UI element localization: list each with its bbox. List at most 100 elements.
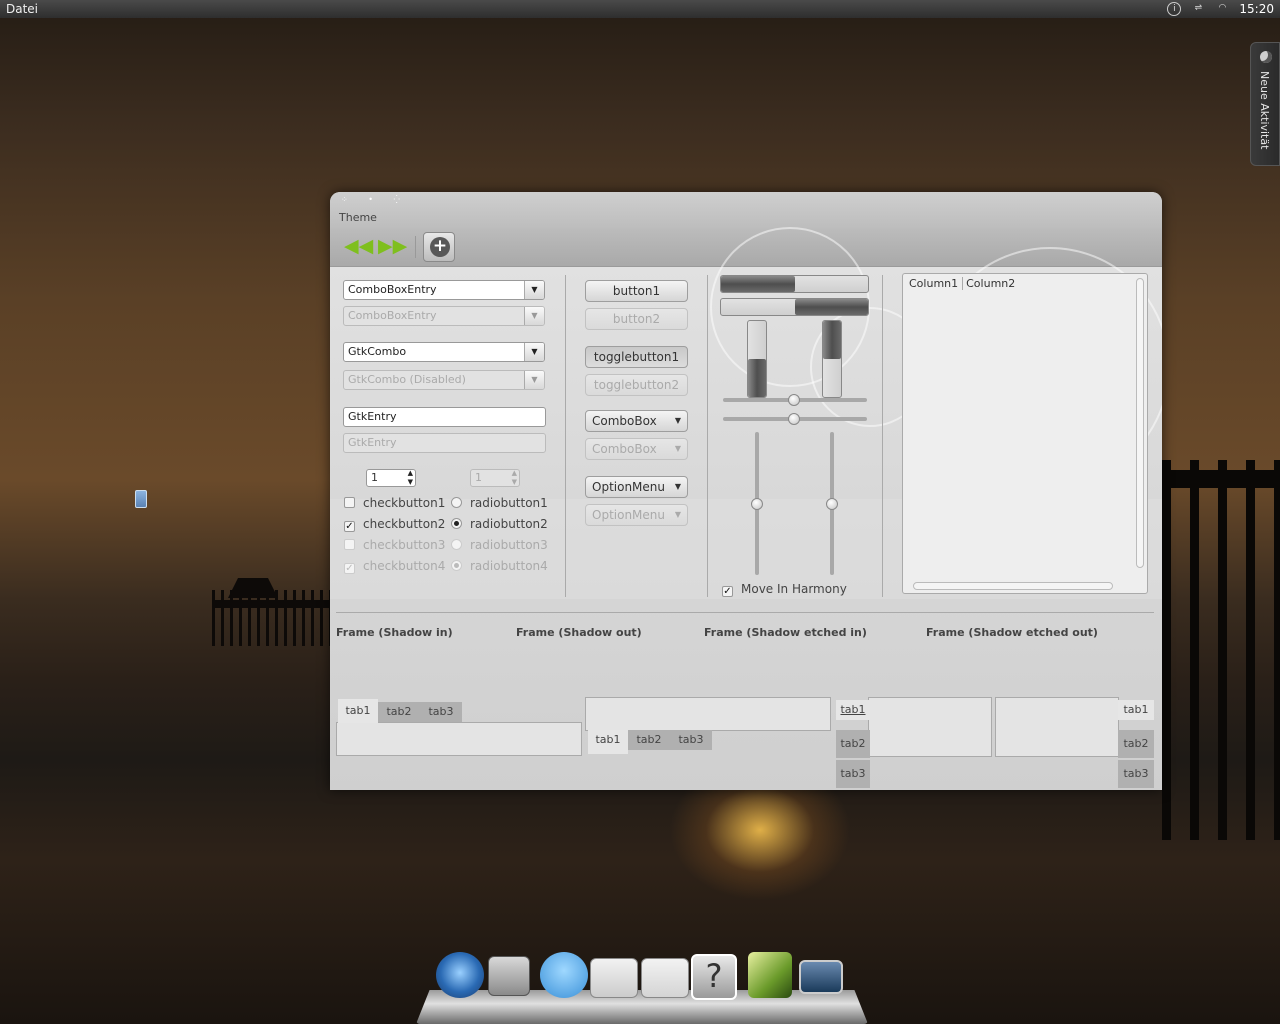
back-icon[interactable]: ◀◀ bbox=[344, 234, 373, 260]
combobox-disabled-label: ComboBox bbox=[592, 442, 657, 456]
progress-fill bbox=[748, 359, 766, 397]
button2: button2 bbox=[585, 308, 688, 330]
combobox[interactable]: ComboBox ▼ bbox=[585, 410, 688, 432]
gtkcombo-disabled: GtkCombo (Disabled) ▼ bbox=[343, 370, 545, 390]
progressbar-vertical-1 bbox=[747, 320, 767, 398]
comboboxentry-value: ComboBoxEntry bbox=[348, 283, 437, 296]
help-document-icon[interactable] bbox=[641, 958, 689, 998]
chevron-down-icon[interactable]: ▼ bbox=[524, 281, 544, 299]
hscale-knob-2[interactable] bbox=[788, 413, 800, 425]
optionmenu-disabled: OptionMenu ▼ bbox=[585, 504, 688, 526]
tab3-right[interactable]: tab3 bbox=[1118, 760, 1154, 788]
spinbutton-value: 1 bbox=[371, 471, 378, 484]
checkbutton4: ✓ checkbutton4 bbox=[344, 559, 445, 574]
optionmenu[interactable]: OptionMenu ▼ bbox=[585, 476, 688, 498]
clock[interactable]: 15:20 bbox=[1239, 2, 1274, 16]
radiobutton2[interactable]: radiobutton2 bbox=[451, 517, 548, 531]
background-pier-right-deck bbox=[1162, 470, 1280, 488]
togglebutton1[interactable]: togglebutton1 bbox=[585, 346, 688, 368]
gtkcombo[interactable]: GtkCombo ▼ bbox=[343, 342, 545, 362]
window-titlebar[interactable]: ⁘ • ⁛ Theme bbox=[330, 192, 1162, 228]
button1[interactable]: button1 bbox=[585, 280, 688, 302]
checkbutton2[interactable]: ✓ checkbutton2 bbox=[344, 517, 445, 532]
usb-icon[interactable]: ⇌ bbox=[1191, 2, 1205, 16]
wifi-icon[interactable]: ◠ bbox=[1215, 2, 1229, 16]
checkbox-checked[interactable]: ✓ bbox=[344, 521, 355, 532]
combobox-disabled: ComboBox ▼ bbox=[585, 438, 688, 460]
radiobutton1[interactable]: radiobutton1 bbox=[451, 496, 548, 510]
progress-fill bbox=[823, 321, 841, 359]
vscale-knob-1[interactable] bbox=[751, 498, 763, 510]
tab1-bottom[interactable]: tab1 bbox=[588, 730, 628, 754]
desktop-icon[interactable] bbox=[799, 960, 843, 994]
gtkentry-disabled-value: GtkEntry bbox=[348, 436, 397, 449]
dock: ? bbox=[416, 948, 868, 1024]
forward-icon[interactable]: ▶▶ bbox=[378, 234, 407, 260]
notebook-top-tabs bbox=[336, 722, 582, 756]
spinbutton[interactable]: 1 ▲ ▼ bbox=[366, 469, 416, 487]
gtkcombo-disabled-value: GtkCombo (Disabled) bbox=[348, 373, 466, 386]
toolbar-separator bbox=[415, 236, 416, 258]
tab3-left[interactable]: tab3 bbox=[836, 760, 870, 788]
image-viewer-icon[interactable] bbox=[748, 952, 792, 998]
tab3-top[interactable]: tab3 bbox=[420, 702, 462, 722]
checkbutton1[interactable]: checkbutton1 bbox=[344, 496, 445, 510]
chevron-down-icon: ▼ bbox=[674, 510, 681, 519]
tree-header: Column1 Column2 bbox=[905, 276, 1019, 292]
activity-label: Neue Aktivität bbox=[1258, 71, 1271, 150]
move-in-harmony-check[interactable]: ✓ Move In Harmony bbox=[722, 582, 847, 597]
horizontal-scrollbar[interactable] bbox=[913, 582, 1113, 590]
gtkentry[interactable]: GtkEntry bbox=[343, 407, 546, 427]
tab1-left[interactable]: tab1 bbox=[836, 700, 870, 720]
window-controls[interactable]: ⁘ • ⁛ bbox=[341, 195, 409, 204]
chromium-icon[interactable] bbox=[436, 952, 484, 998]
background-pier-left bbox=[212, 590, 330, 646]
progressbar-vertical-2 bbox=[822, 320, 842, 398]
desktop-file-icon[interactable] bbox=[135, 490, 147, 508]
column1-header[interactable]: Column1 bbox=[905, 277, 962, 290]
tree-view[interactable]: Column1 Column2 bbox=[902, 273, 1148, 594]
hscale-knob-1[interactable] bbox=[788, 394, 800, 406]
tab1-top[interactable]: tab1 bbox=[338, 699, 378, 723]
settings-tools-icon[interactable] bbox=[590, 958, 638, 998]
vscale-knob-2[interactable] bbox=[826, 498, 838, 510]
radio bbox=[451, 539, 462, 550]
new-activity-tab[interactable]: Neue Aktivität bbox=[1250, 42, 1280, 166]
plus-circle-icon: + bbox=[430, 237, 450, 257]
chevron-down-icon[interactable]: ▼ bbox=[524, 343, 544, 361]
moon-icon bbox=[1260, 51, 1272, 63]
spin-arrows-icon[interactable]: ▲ ▼ bbox=[408, 469, 413, 487]
radio[interactable] bbox=[451, 497, 462, 508]
tab2-bottom[interactable]: tab2 bbox=[628, 730, 670, 750]
vertical-scrollbar[interactable] bbox=[1136, 278, 1144, 568]
chevron-down-icon: ▼ bbox=[524, 307, 544, 325]
optionmenu-disabled-label: OptionMenu bbox=[592, 508, 665, 522]
tab1-right[interactable]: tab1 bbox=[1118, 700, 1154, 720]
chat-bubble-icon[interactable] bbox=[540, 952, 588, 998]
chevron-down-icon: ▼ bbox=[674, 482, 681, 491]
comboboxentry[interactable]: ComboBoxEntry ▼ bbox=[343, 280, 545, 300]
help-icon[interactable]: ? bbox=[691, 954, 737, 1000]
info-icon[interactable]: i bbox=[1167, 2, 1182, 16]
tab2-top[interactable]: tab2 bbox=[378, 702, 420, 722]
tab2-right[interactable]: tab2 bbox=[1118, 730, 1154, 758]
checkbox[interactable] bbox=[344, 497, 355, 508]
spinbutton-disabled-value: 1 bbox=[475, 471, 482, 484]
radio-selected[interactable] bbox=[451, 518, 462, 529]
add-button[interactable]: + bbox=[423, 232, 455, 262]
background-pier-right bbox=[1162, 460, 1280, 840]
spinbutton-disabled: 1 ▲ ▼ bbox=[470, 469, 520, 487]
chevron-down-icon: ▼ bbox=[674, 444, 681, 453]
notebook-bottom-tabs bbox=[585, 697, 831, 731]
comboboxentry-disabled-value: ComboBoxEntry bbox=[348, 309, 437, 322]
checkbox-checked[interactable]: ✓ bbox=[722, 586, 733, 597]
gtkentry-disabled: GtkEntry bbox=[343, 433, 546, 453]
theme-window: ⁘ • ⁛ Theme ◀◀ ▶▶ + ComboBoxEntry ▼ Combo… bbox=[330, 192, 1162, 790]
column2-header[interactable]: Column2 bbox=[962, 277, 1019, 290]
content-area: ComboBoxEntry ▼ ComboBoxEntry ▼ GtkCombo ▼ … bbox=[330, 227, 1162, 790]
tab3-bottom[interactable]: tab3 bbox=[670, 730, 712, 750]
tab2-left[interactable]: tab2 bbox=[836, 730, 870, 758]
gtkentry-value: GtkEntry bbox=[348, 410, 397, 423]
menu-datei[interactable]: Datei bbox=[0, 2, 38, 16]
file-cabinet-icon[interactable] bbox=[488, 956, 530, 996]
